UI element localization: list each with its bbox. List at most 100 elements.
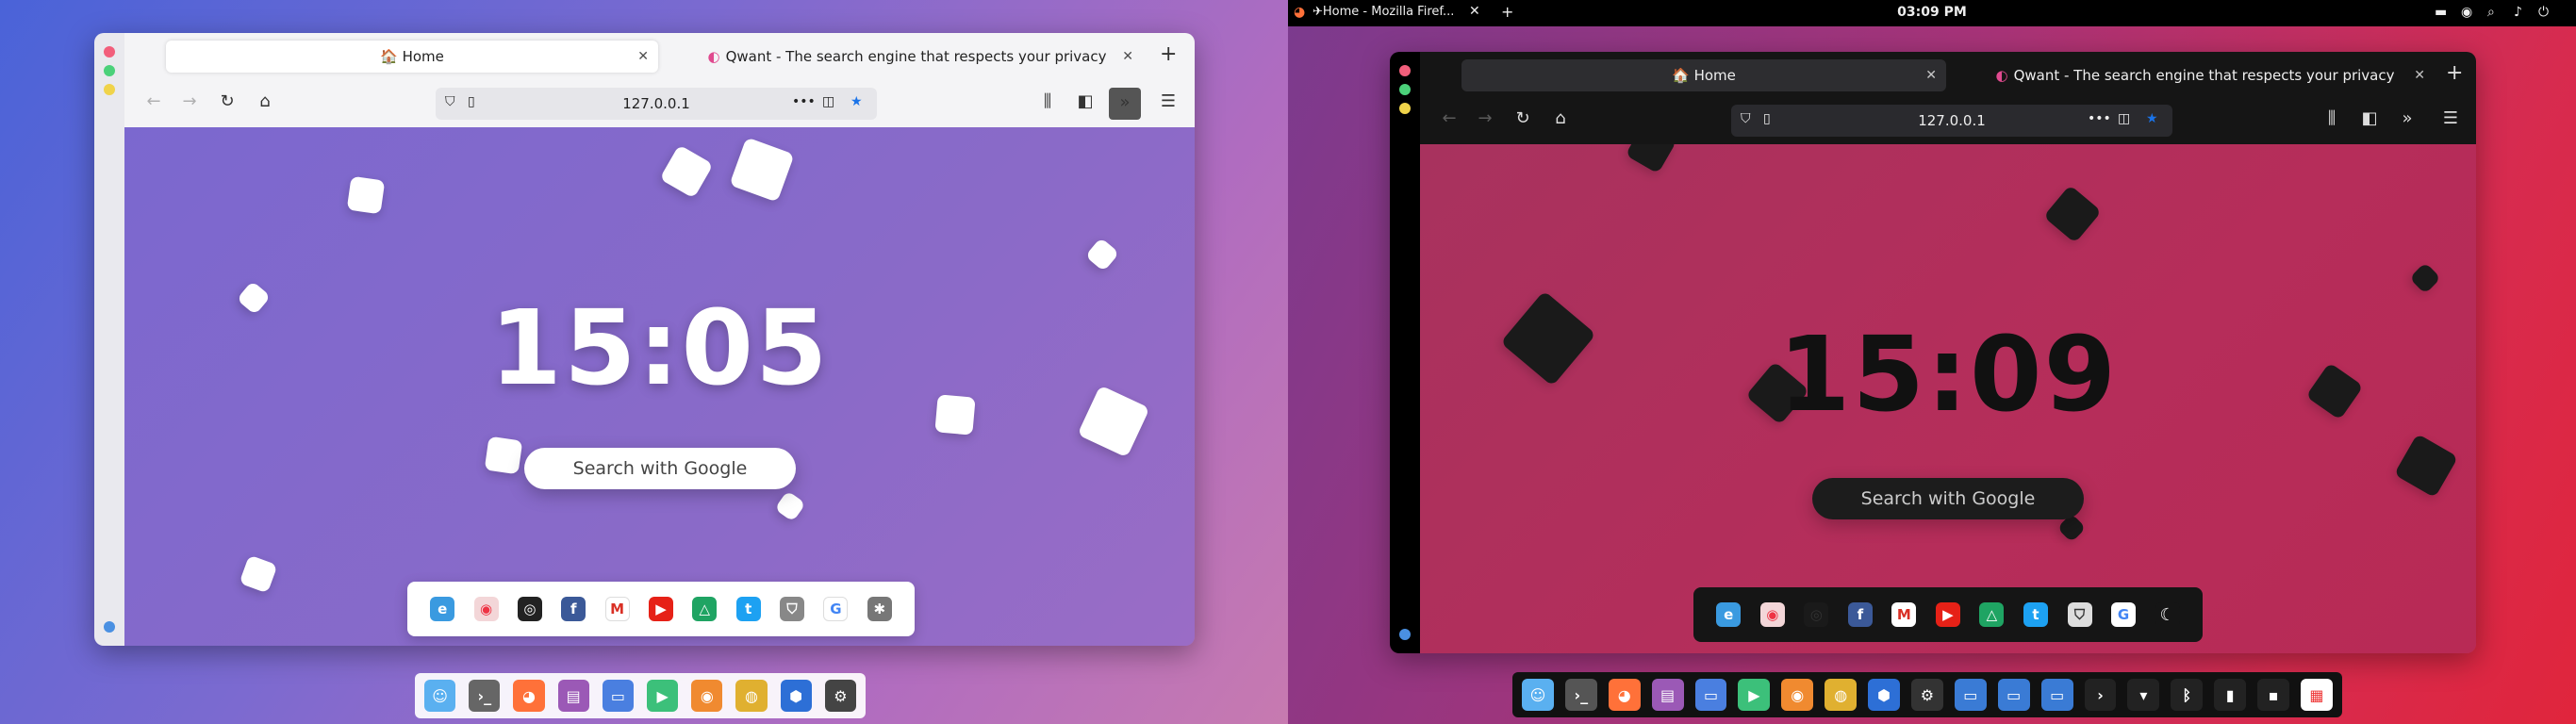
shield-icon[interactable]: ⛉ <box>1741 111 1751 126</box>
menu-icon[interactable]: ☰ <box>2438 108 2463 128</box>
bookmark-star-icon[interactable]: ★ <box>850 94 863 109</box>
forward-icon[interactable]: → <box>177 91 202 111</box>
shield-icon[interactable]: ⛉ <box>445 94 455 109</box>
clipboard-icon[interactable]: ▪ <box>2257 679 2290 711</box>
add-workspace-icon[interactable]: + <box>1501 3 1513 21</box>
home-icon[interactable]: ⌂ <box>1548 108 1573 128</box>
pocket-icon[interactable]: ◫ <box>2118 111 2130 126</box>
media-icon[interactable]: ▶ <box>647 680 679 712</box>
editor-icon[interactable]: ▤ <box>557 680 589 712</box>
library-icon[interactable]: ⫼ <box>2320 108 2344 128</box>
battery-icon[interactable]: ▮ <box>2214 679 2247 711</box>
facebook-icon[interactable]: f <box>1847 602 1873 627</box>
box-icon[interactable]: ⬢ <box>1868 679 1901 711</box>
window-title[interactable]: ✈Home - Mozilla Firef... <box>1313 5 1454 19</box>
finder-icon[interactable]: ☺ <box>1522 679 1554 711</box>
facebook-icon[interactable]: f <box>561 597 586 621</box>
terminal-icon[interactable]: ›_ <box>469 680 501 712</box>
overflow-icon[interactable]: » <box>2395 108 2419 128</box>
twitter-icon[interactable]: t <box>735 597 761 621</box>
pocket-icon[interactable]: ◉ <box>1759 602 1785 627</box>
reload-icon[interactable]: ↻ <box>215 91 239 111</box>
settings-icon[interactable]: ✱ <box>867 597 892 621</box>
overflow-icon[interactable]: » <box>1109 88 1141 120</box>
maximize-dot[interactable] <box>104 65 115 76</box>
music-icon[interactable]: ♪ <box>2514 5 2522 20</box>
power-icon[interactable]: ⏻ <box>2538 5 2549 20</box>
color-icon[interactable]: ◍ <box>1825 679 1858 711</box>
firefox-icon[interactable]: ◕ <box>1294 5 1305 20</box>
tab-qwant[interactable]: ◐ Qwant - The search engine that respect… <box>671 41 1143 73</box>
drive-icon[interactable]: △ <box>1979 602 2005 627</box>
pocket-icon[interactable]: ◉ <box>473 597 499 621</box>
url-bar[interactable]: ⛉ ▯ 127.0.0.1 ••• ◫ ★ <box>436 88 877 120</box>
google-icon[interactable]: G <box>823 597 849 621</box>
pocket-icon[interactable]: ◫ <box>822 94 834 109</box>
sidebar-icon[interactable]: ◧ <box>1073 91 1098 111</box>
minimize-dot[interactable] <box>104 84 115 95</box>
minimize-dot[interactable] <box>1399 103 1411 114</box>
new-tab-button[interactable]: + <box>1160 42 1177 66</box>
library-icon[interactable]: ⫼ <box>1035 91 1060 111</box>
close-window-icon[interactable]: ✕ <box>1469 4 1480 19</box>
shield-icon[interactable]: ⛉ <box>2067 602 2092 627</box>
google-icon[interactable]: G <box>2111 602 2137 627</box>
finder-icon[interactable]: ☺ <box>424 680 456 712</box>
settings-icon[interactable]: ⚙ <box>1911 679 1943 711</box>
twitter-icon[interactable]: t <box>2023 602 2048 627</box>
calendar-icon[interactable]: ▦ <box>2301 679 2333 711</box>
close-dot[interactable] <box>1399 65 1411 76</box>
maximize-dot[interactable] <box>1399 84 1411 95</box>
media-icon[interactable]: ▶ <box>1738 679 1771 711</box>
close-tab-icon[interactable]: ✕ <box>637 49 649 64</box>
reload-icon[interactable]: ↻ <box>1511 108 1535 128</box>
edge-icon[interactable]: e <box>430 597 455 621</box>
files-icon[interactable]: ▭ <box>1694 679 1727 711</box>
firefox-icon[interactable]: ◕ <box>1608 679 1641 711</box>
firefox-icon[interactable]: ◕ <box>513 680 545 712</box>
more-icon[interactable]: ••• <box>792 94 816 109</box>
tab-home[interactable]: 🏠 Home ✕ <box>166 41 658 73</box>
tab-home[interactable]: 🏠 Home ✕ <box>1461 59 1946 91</box>
tab-qwant[interactable]: ◐ Qwant - The search engine that respect… <box>1956 59 2435 91</box>
github-icon[interactable]: ◎ <box>1804 602 1829 627</box>
close-tab-icon[interactable]: ✕ <box>2414 68 2425 83</box>
close-tab-icon[interactable]: ✕ <box>1122 49 1133 64</box>
search-button[interactable]: Search with Google <box>1812 478 2084 519</box>
youtube-icon[interactable]: ▶ <box>1935 602 1960 627</box>
bookmark-star-icon[interactable]: ★ <box>2146 111 2158 126</box>
chevron-icon[interactable]: › <box>2084 679 2117 711</box>
back-icon[interactable]: ← <box>1437 108 1461 128</box>
screenshot-icon[interactable]: ▬ <box>2435 5 2447 20</box>
folder-icon[interactable]: ▭ <box>1954 679 1987 711</box>
back-icon[interactable]: ← <box>141 91 166 111</box>
close-dot[interactable] <box>104 46 115 58</box>
color-icon[interactable]: ◍ <box>735 680 768 712</box>
bluetooth-icon[interactable]: ᛒ <box>2171 679 2204 711</box>
settings-icon[interactable]: ⚙ <box>824 680 857 712</box>
moon-icon[interactable]: ☾ <box>2155 602 2180 627</box>
edge-icon[interactable]: e <box>1716 602 1742 627</box>
url-bar[interactable]: ⛉ ▯ 127.0.0.1 ••• ◫ ★ <box>1731 105 2172 137</box>
new-tab-button[interactable]: + <box>2446 61 2463 85</box>
close-tab-icon[interactable]: ✕ <box>1925 68 1937 83</box>
shield-icon[interactable]: ⛉ <box>780 597 805 621</box>
forward-icon[interactable]: → <box>1473 108 1497 128</box>
terminal-icon[interactable]: ›_ <box>1564 679 1597 711</box>
files-icon[interactable]: ▭ <box>602 680 635 712</box>
search-button[interactable]: Search with Google <box>524 448 796 489</box>
home-icon[interactable]: ⌂ <box>253 91 277 111</box>
game-icon[interactable]: ◉ <box>1781 679 1814 711</box>
more-icon[interactable]: ••• <box>2088 111 2111 126</box>
gmail-icon[interactable]: M <box>1891 602 1917 627</box>
wifi-icon[interactable]: ▾ <box>2127 679 2160 711</box>
sidebar-icon[interactable]: ◧ <box>2357 108 2382 128</box>
gmail-icon[interactable]: M <box>604 597 630 621</box>
game-icon[interactable]: ◉ <box>691 680 723 712</box>
record-icon[interactable]: ◉ <box>2461 5 2472 20</box>
search-icon[interactable]: ⌕ <box>2487 5 2495 20</box>
drive-icon[interactable]: △ <box>692 597 718 621</box>
folder-icon[interactable]: ▭ <box>1997 679 2030 711</box>
folder-icon[interactable]: ▭ <box>2040 679 2073 711</box>
menu-icon[interactable]: ☰ <box>1156 91 1181 111</box>
